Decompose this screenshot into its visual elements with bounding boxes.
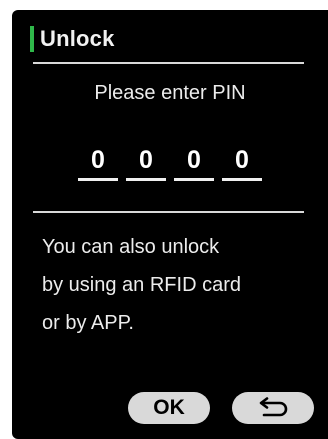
pin-digit-3[interactable]: 0 bbox=[174, 144, 214, 181]
back-button[interactable] bbox=[232, 392, 314, 424]
info-line: or by APP. bbox=[42, 312, 134, 334]
pin-prompt: Please enter PIN bbox=[94, 82, 246, 104]
info-line: You can also unlock bbox=[42, 236, 220, 258]
header: Unlock bbox=[30, 25, 115, 53]
pin-digit-4[interactable]: 0 bbox=[222, 144, 262, 181]
pin-digit-1[interactable]: 0 bbox=[78, 144, 118, 181]
ok-button[interactable]: OK bbox=[128, 392, 210, 424]
pin-entry[interactable]: 0 0 0 0 bbox=[12, 144, 328, 181]
content-divider bbox=[33, 211, 304, 213]
pin-digit-2[interactable]: 0 bbox=[126, 144, 166, 181]
title-accent-bar bbox=[30, 26, 34, 52]
header-divider bbox=[33, 62, 304, 64]
unlock-screen: Unlock Please enter PIN 0 0 0 0 You can … bbox=[12, 10, 328, 439]
info-line: by using an RFID card bbox=[42, 274, 241, 296]
unlock-info-text: You can also unlock by using an RFID car… bbox=[42, 228, 317, 342]
return-arrow-icon bbox=[259, 397, 288, 417]
page-title: Unlock bbox=[40, 26, 115, 51]
